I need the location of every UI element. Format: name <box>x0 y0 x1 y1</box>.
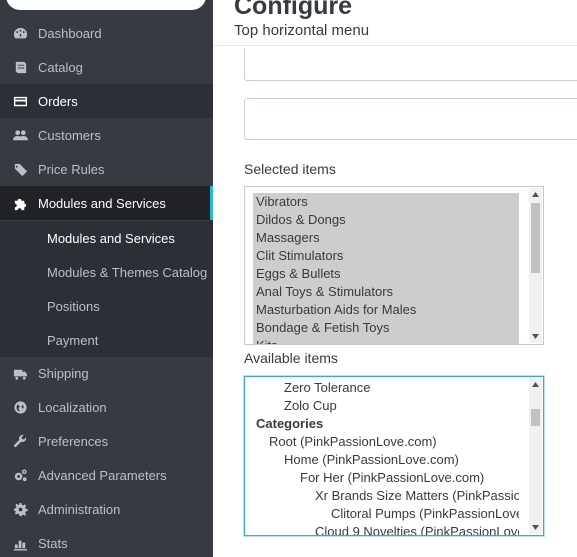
sidebar-item-administration[interactable]: Administration <box>0 492 213 526</box>
sidebar-item-catalog[interactable]: Catalog <box>0 50 213 84</box>
submenu-item-label: Modules and Services <box>47 230 175 246</box>
sidebar-item-label: Dashboard <box>38 25 102 41</box>
available-item[interactable]: Home (PinkPassionLove.com) <box>253 451 519 469</box>
selected-items-label: Selected items <box>244 161 336 177</box>
selected-item[interactable]: Vibrators <box>253 193 519 211</box>
available-item[interactable]: Clitoral Pumps (PinkPassionLove.com) <box>253 505 519 523</box>
submenu-item-themes-catalog[interactable]: Modules & Themes Catalog <box>0 255 213 289</box>
sidebar-item-advanced-parameters[interactable]: Advanced Parameters <box>0 458 213 492</box>
sidebar-item-dashboard[interactable]: Dashboard <box>0 16 213 50</box>
book-icon <box>0 60 38 75</box>
selected-item[interactable]: Massagers <box>253 229 519 247</box>
sidebar-item-label: Shipping <box>38 365 89 381</box>
page-title: Configure <box>234 0 353 20</box>
globe-icon <box>0 400 38 415</box>
submenu-item-positions[interactable]: Positions <box>0 289 213 323</box>
sidebar-item-preferences[interactable]: Preferences <box>0 424 213 458</box>
sidebar-item-label: Customers <box>38 127 101 143</box>
submenu-item-label: Modules & Themes Catalog <box>47 264 208 280</box>
available-item[interactable]: Cloud 9 Novelties (PinkPassionLove.com) <box>253 523 519 535</box>
available-items-listbox[interactable]: Zero Tolerance Zolo Cup Categories Root (Pi… <box>244 376 544 536</box>
sidebar: Dashboard Catalog Orders Customers Price… <box>0 0 213 557</box>
header-divider <box>213 45 577 46</box>
selected-items-list: Vibrators Dildos & Dongs Massagers Clit Sti… <box>253 193 519 344</box>
scroll-down-icon[interactable] <box>529 521 542 534</box>
submenu-item-label: Positions <box>47 298 100 314</box>
gear-icon <box>0 502 38 517</box>
dashboard-icon <box>0 26 38 41</box>
main-content: Configure Top horizontal menu Selected i… <box>213 0 577 557</box>
selected-item[interactable]: Kits <box>253 337 519 344</box>
credit-card-icon <box>0 94 38 109</box>
selected-item[interactable]: Bondage & Fetish Toys <box>253 319 519 337</box>
scroll-up-icon[interactable] <box>529 378 542 391</box>
selected-item[interactable]: Masturbation Aids for Males <box>253 301 519 319</box>
sidebar-item-orders[interactable]: Orders <box>0 84 213 118</box>
users-icon <box>0 128 38 143</box>
text-area[interactable] <box>244 98 577 140</box>
scroll-up-icon[interactable] <box>529 188 542 201</box>
sidebar-item-label: Price Rules <box>38 161 105 177</box>
sidebar-item-label: Preferences <box>38 433 109 449</box>
selected-items-listbox[interactable]: Vibrators Dildos & Dongs Massagers Clit Sti… <box>244 186 544 345</box>
sidebar-item-label: Catalog <box>38 59 83 75</box>
available-items-label: Available items <box>244 350 338 366</box>
tags-icon <box>0 162 38 177</box>
chart-icon <box>0 536 38 551</box>
available-scrollbar[interactable] <box>529 378 542 534</box>
scrollbar-thumb[interactable] <box>531 409 540 426</box>
sidebar-item-label: Localization <box>38 399 107 415</box>
sidebar-item-modules[interactable]: Modules and Services <box>0 186 213 220</box>
sidebar-item-label: Modules and Services <box>38 195 166 211</box>
submenu-item-label: Payment <box>47 332 99 348</box>
page-subtitle: Top horizontal menu <box>234 22 370 39</box>
sidebar-item-customers[interactable]: Customers <box>0 118 213 152</box>
search-input[interactable] <box>6 0 206 10</box>
scrollbar-thumb[interactable] <box>531 203 540 273</box>
selected-item[interactable]: Eggs & Bullets <box>253 265 519 283</box>
scroll-down-icon[interactable] <box>529 330 542 343</box>
available-item[interactable]: Zero Tolerance <box>253 379 519 397</box>
submenu-item-payment[interactable]: Payment <box>0 323 213 357</box>
available-item[interactable]: Root (PinkPassionLove.com) <box>253 433 519 451</box>
submenu: Modules and Services Modules & Themes Ca… <box>0 221 213 357</box>
sidebar-item-shipping[interactable]: Shipping <box>0 356 213 390</box>
available-item[interactable]: For Her (PinkPassionLove.com) <box>253 469 519 487</box>
truck-icon <box>0 366 38 381</box>
submenu-item-modules-services[interactable]: Modules and Services <box>0 221 213 255</box>
available-item[interactable]: Zolo Cup <box>253 397 519 415</box>
text-field[interactable] <box>244 48 577 81</box>
sidebar-item-label: Orders <box>38 93 78 109</box>
puzzle-icon <box>0 196 38 211</box>
wrench-icon <box>0 434 38 449</box>
option-group-label: Categories <box>256 416 324 431</box>
available-items-list: Zero Tolerance Zolo Cup Categories Root (Pi… <box>253 379 519 535</box>
selected-item[interactable]: Clit Stimulators <box>253 247 519 265</box>
selected-item[interactable]: Anal Toys & Stimulators <box>253 283 519 301</box>
sidebar-item-localization[interactable]: Localization <box>0 390 213 424</box>
selected-scrollbar[interactable] <box>529 188 542 343</box>
sidebar-item-stats[interactable]: Stats <box>0 526 213 557</box>
cogs-icon <box>0 468 38 483</box>
available-item[interactable]: Xr Brands Size Matters (PinkPassionLove.… <box>253 487 519 505</box>
sidebar-item-label: Stats <box>38 535 68 551</box>
sidebar-item-price-rules[interactable]: Price Rules <box>0 152 213 186</box>
sidebar-item-label: Advanced Parameters <box>38 467 167 483</box>
selected-item[interactable]: Dildos & Dongs <box>253 211 519 229</box>
sidebar-item-label: Administration <box>38 501 121 517</box>
